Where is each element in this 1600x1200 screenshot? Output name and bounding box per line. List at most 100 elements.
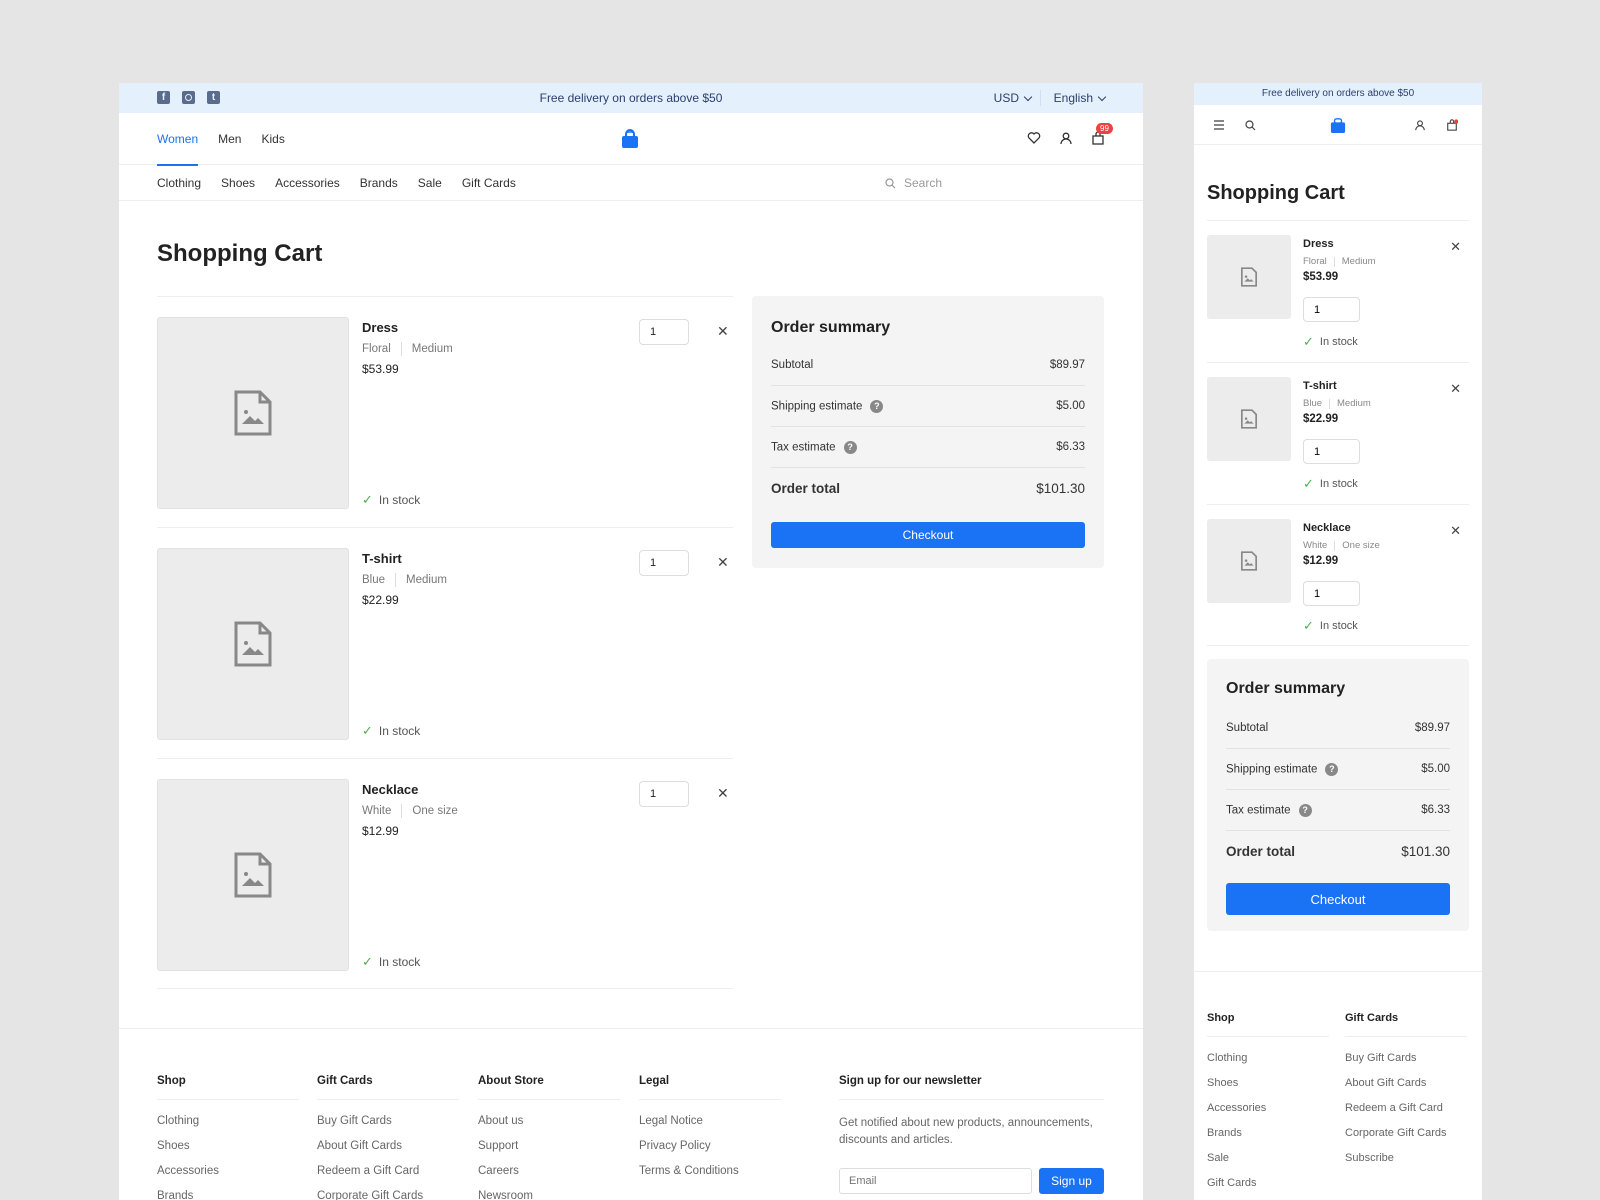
account-user-icon[interactable] — [1059, 131, 1073, 145]
footer-link[interactable]: Sale — [1207, 1152, 1329, 1164]
email-field[interactable] — [839, 1168, 1032, 1194]
shipping-value: $5.00 — [1056, 400, 1085, 412]
footer-link[interactable]: Shoes — [157, 1140, 299, 1152]
account-user-icon[interactable] — [1414, 118, 1426, 136]
tab-kids[interactable]: Kids — [261, 113, 284, 165]
divider — [401, 804, 403, 818]
footer-heading: About Store — [478, 1075, 620, 1100]
cart-item: T-shirt Blue Medium $22.99 ✕ ✓ In stock — [157, 527, 733, 758]
language-select[interactable]: English — [1054, 91, 1107, 105]
check-icon: ✓ — [1303, 334, 1314, 349]
subnav-accessories[interactable]: Accessories — [275, 176, 340, 190]
tab-women[interactable]: Women — [157, 113, 199, 166]
subnav-sale[interactable]: Sale — [418, 176, 442, 190]
quantity-input[interactable] — [639, 319, 689, 345]
product-price: $22.99 — [1303, 413, 1339, 425]
remove-item-icon[interactable]: ✕ — [1450, 523, 1461, 539]
footer-link[interactable]: Support — [478, 1140, 620, 1152]
quantity-input[interactable] — [639, 781, 689, 807]
product-color: Blue — [1303, 398, 1323, 409]
remove-item-icon[interactable]: ✕ — [1450, 381, 1461, 397]
product-image[interactable] — [157, 779, 349, 971]
store-logo[interactable] — [1330, 116, 1346, 139]
footer-link[interactable]: Careers — [478, 1165, 620, 1177]
product-name[interactable]: T-shirt — [362, 551, 402, 566]
footer-link[interactable]: Corporate Gift Cards — [317, 1190, 459, 1200]
footer-link[interactable]: Buy Gift Cards — [1345, 1052, 1467, 1064]
product-name[interactable]: T-shirt — [1303, 380, 1337, 392]
footer-link[interactable]: Accessories — [1207, 1102, 1329, 1114]
menu-icon[interactable] — [1213, 118, 1225, 136]
quantity-input[interactable] — [1303, 439, 1360, 464]
product-size: One size — [1342, 540, 1380, 551]
remove-item-icon[interactable]: ✕ — [717, 785, 729, 802]
currency-value: USD — [993, 91, 1019, 105]
footer-link[interactable]: Subscribe — [1345, 1152, 1467, 1164]
summary-title: Order summary — [1226, 680, 1346, 697]
subnav-clothing[interactable]: Clothing — [157, 176, 201, 190]
subnav-brands[interactable]: Brands — [360, 176, 398, 190]
product-image[interactable] — [1207, 519, 1291, 603]
product-color: Floral — [362, 343, 391, 355]
footer-link[interactable]: Brands — [1207, 1127, 1329, 1139]
product-name[interactable]: Necklace — [1303, 522, 1351, 534]
footer-link[interactable]: Corporate Gift Cards — [1345, 1127, 1467, 1139]
subnav-gift-cards[interactable]: Gift Cards — [462, 176, 516, 190]
footer-link[interactable]: Redeem a Gift Card — [317, 1165, 459, 1177]
footer-column-gift-cards: Gift Cards Buy Gift Cards About Gift Car… — [1345, 1012, 1467, 1164]
product-name[interactable]: Necklace — [362, 782, 418, 797]
chevron-down-icon — [1097, 92, 1107, 101]
product-size: Medium — [1337, 398, 1371, 409]
search-icon[interactable] — [1245, 118, 1256, 136]
product-image[interactable] — [157, 548, 349, 740]
footer-link[interactable]: About Gift Cards — [1345, 1077, 1467, 1089]
footer-link[interactable]: Redeem a Gift Card — [1345, 1102, 1467, 1114]
help-icon[interactable]: ? — [1325, 762, 1339, 776]
tax-label: Tax estimate — [771, 441, 836, 453]
footer-link[interactable]: About us — [478, 1115, 620, 1127]
product-image[interactable] — [157, 317, 349, 509]
product-name[interactable]: Dress — [1303, 238, 1334, 250]
help-icon[interactable]: ? — [843, 440, 857, 454]
shipping-value: $5.00 — [1421, 763, 1450, 775]
currency-select[interactable]: USD — [993, 91, 1033, 105]
quantity-input[interactable] — [1303, 581, 1360, 606]
product-image[interactable] — [1207, 377, 1291, 461]
footer-link[interactable]: Clothing — [157, 1115, 299, 1127]
footer-column-shop: Shop Clothing Shoes Accessories Brands S… — [1207, 1012, 1329, 1189]
help-icon[interactable]: ? — [870, 399, 884, 413]
quantity-input[interactable] — [1303, 297, 1360, 322]
cart-icon[interactable]: 99 — [1091, 123, 1113, 145]
footer-link[interactable]: Legal Notice — [639, 1115, 781, 1127]
product-color: Floral — [1303, 256, 1327, 267]
quantity-input[interactable] — [639, 550, 689, 576]
footer-link[interactable]: About Gift Cards — [317, 1140, 459, 1152]
footer-link[interactable]: Clothing — [1207, 1052, 1329, 1064]
cart-icon[interactable] — [1446, 118, 1459, 136]
footer-link[interactable]: Newsroom — [478, 1190, 620, 1200]
checkout-button[interactable]: Checkout — [1226, 883, 1450, 915]
sign-up-button[interactable]: Sign up — [1039, 1168, 1104, 1194]
checkout-button[interactable]: Checkout — [771, 522, 1085, 548]
search-input[interactable]: Search — [885, 176, 942, 190]
product-image[interactable] — [1207, 235, 1291, 319]
remove-item-icon[interactable]: ✕ — [717, 323, 729, 340]
footer-link[interactable]: Brands — [157, 1190, 299, 1200]
wishlist-heart-icon[interactable] — [1027, 131, 1041, 145]
footer-link[interactable]: Buy Gift Cards — [317, 1115, 459, 1127]
remove-item-icon[interactable]: ✕ — [717, 554, 729, 571]
store-logo[interactable] — [621, 129, 639, 154]
image-placeholder-icon — [1241, 267, 1257, 287]
newsletter-heading: Sign up for our newsletter — [839, 1075, 1104, 1100]
shopping-bag-logo-icon — [1330, 118, 1346, 133]
footer-link[interactable]: Shoes — [1207, 1077, 1329, 1089]
footer-link[interactable]: Gift Cards — [1207, 1177, 1329, 1189]
tab-men[interactable]: Men — [218, 113, 241, 165]
footer-link[interactable]: Terms & Conditions — [639, 1165, 781, 1177]
footer-link[interactable]: Privacy Policy — [639, 1140, 781, 1152]
product-name[interactable]: Dress — [362, 320, 398, 335]
footer-link[interactable]: Accessories — [157, 1165, 299, 1177]
subnav-shoes[interactable]: Shoes — [221, 176, 255, 190]
remove-item-icon[interactable]: ✕ — [1450, 239, 1461, 255]
help-icon[interactable]: ? — [1298, 803, 1312, 817]
